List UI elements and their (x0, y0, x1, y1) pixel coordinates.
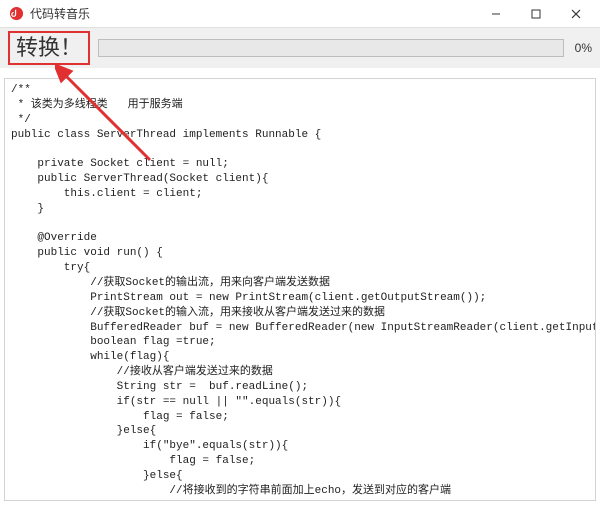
app-icon (8, 6, 24, 22)
progress-bar (98, 39, 564, 57)
toolbar: 转换！ 0% (0, 28, 600, 68)
window-title: 代码转音乐 (30, 5, 476, 22)
convert-button[interactable]: 转换！ (8, 31, 90, 65)
titlebar: 代码转音乐 (0, 0, 600, 28)
code-view[interactable]: /** * 该类为多线程类 用于服务端 */ public class Serv… (4, 78, 596, 501)
close-button[interactable] (556, 1, 596, 27)
progress-percent: 0% (572, 41, 592, 55)
maximize-button[interactable] (516, 1, 556, 27)
minimize-button[interactable] (476, 1, 516, 27)
